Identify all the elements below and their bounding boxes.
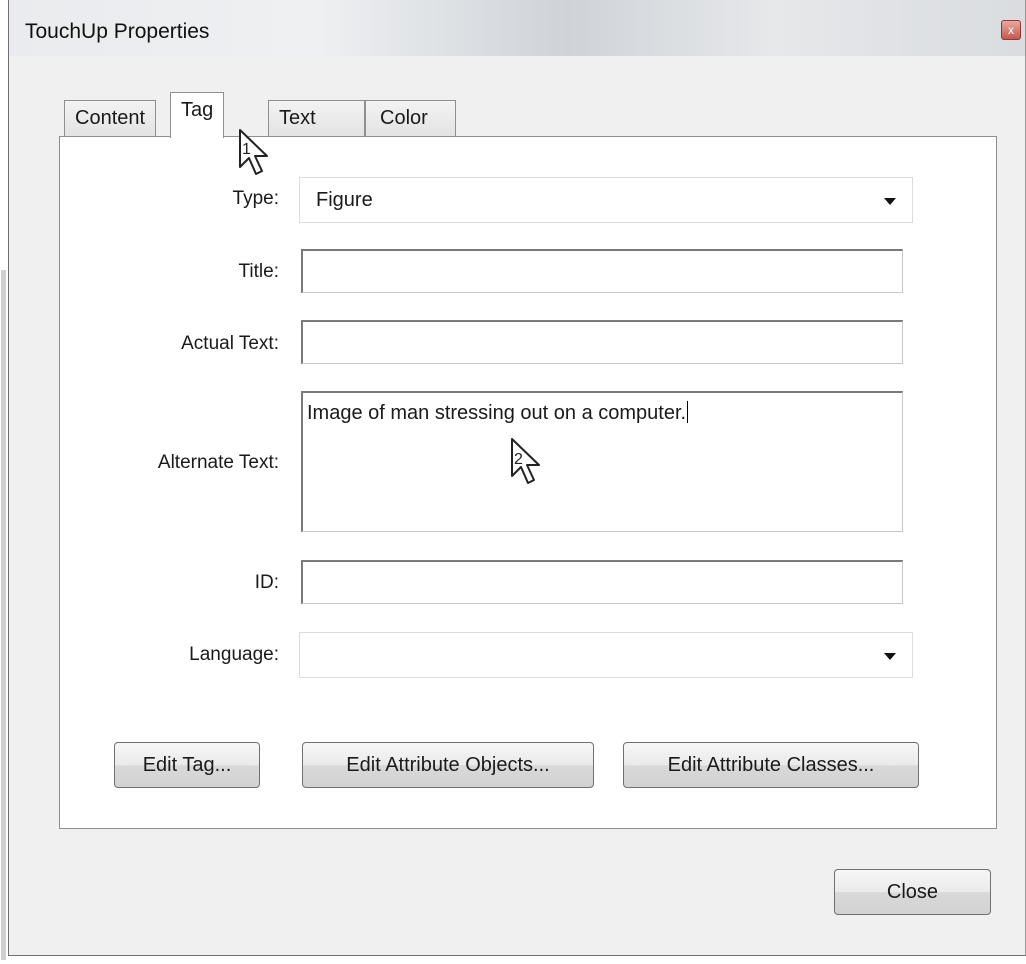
title-label: Title: [238,261,279,282]
tab-label: Tag [181,99,214,121]
cursor-step-number: 1 [242,141,251,158]
title-bar[interactable]: TouchUp Properties x [9,0,1025,56]
actual-text-field[interactable] [301,320,903,364]
cursor-step-number: 2 [514,451,523,468]
id-label: ID: [254,572,279,593]
type-label: Type: [232,188,279,209]
title-field[interactable] [301,249,903,293]
actual-text-label: Actual Text: [181,333,279,354]
close-button[interactable]: Close [834,869,991,915]
tab-text[interactable]: Text [268,100,365,137]
tab-content[interactable]: Content [64,100,157,137]
arrow-cursor-icon: 1 [237,127,273,177]
language-label: Language: [189,644,279,665]
edit-attribute-classes-button[interactable]: Edit Attribute Classes... [623,742,919,788]
close-icon[interactable]: x [1001,20,1021,40]
language-select[interactable] [299,632,913,678]
chevron-down-icon [884,653,896,660]
arrow-cursor-icon: 2 [509,436,545,486]
window-edge [1,270,6,960]
type-select-value: Figure [316,189,373,211]
type-select[interactable]: Figure [299,177,913,223]
alternate-text-label: Alternate Text: [157,452,279,473]
edit-attribute-objects-button[interactable]: Edit Attribute Objects... [302,742,594,788]
touchup-properties-dialog: TouchUp Properties x Content Tag Text Co… [1,0,1026,960]
tab-tag[interactable]: Tag [170,92,225,138]
tab-label: Text [279,107,316,129]
tab-label: Content [75,107,146,129]
edit-tag-button[interactable]: Edit Tag... [114,742,260,788]
tab-label: Color [380,107,428,129]
chevron-down-icon [884,198,896,205]
window-title: TouchUp Properties [25,20,210,43]
id-field[interactable] [301,560,903,604]
alternate-text-field[interactable]: Image of man stressing out on a computer… [301,391,903,532]
text-caret [687,401,689,423]
alternate-text-value: Image of man stressing out on a computer… [307,402,687,424]
tab-color[interactable]: Color [365,100,456,137]
